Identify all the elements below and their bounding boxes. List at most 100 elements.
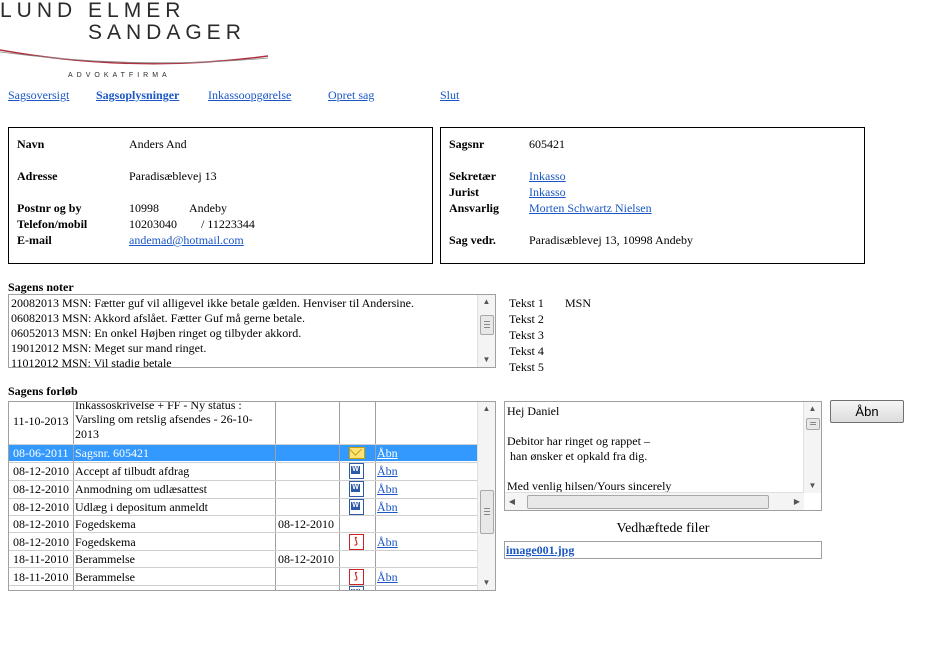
message-hscroll[interactable]: ◀ ▶ [505, 492, 804, 510]
table-row[interactable]: 18-11-2010 Berammelse ⟆ Åbn [9, 568, 477, 586]
nav-opret-sag[interactable]: Opret sag [328, 88, 374, 103]
row-description: Varsling om retslig afsendes - 26-10- [75, 412, 253, 426]
scroll-up-icon[interactable]: ▲ [478, 402, 495, 416]
message-vscroll[interactable]: ▲ ▼ [803, 402, 821, 493]
row-date: 18-11-2010 [13, 552, 69, 566]
responsible-link[interactable]: Morten Schwartz Nielsen [529, 201, 652, 216]
table-row-selected[interactable]: 08-06-2011 Sagsnr. 605421 Åbn [9, 445, 477, 461]
tekst-4-label: Tekst 4 [509, 344, 544, 358]
tekst-2-label: Tekst 2 [509, 312, 544, 326]
note-line: 19012012 MSN: Meget sur mand ringet. [11, 341, 207, 355]
lawyer-label: Jurist [449, 185, 479, 199]
row-date: 08-12-2010 [13, 464, 69, 478]
table-row[interactable]: Inkassoskrivelse + FF - Ny status : [9, 402, 477, 412]
debtor-name: Anders And [129, 137, 187, 151]
debtor-postal-code: 10998 [129, 201, 159, 215]
row-date2: 08-12-2010 [278, 517, 334, 531]
history-scrollbar[interactable]: ▲ ▼ [477, 402, 495, 590]
debtor-address: Paradisæblevej 13 [129, 169, 217, 183]
message-preview[interactable]: Hej Daniel Debitor har ringet og rappet … [504, 401, 822, 511]
table-row[interactable]: 08-12-2010 Fogedskema ⟆ Åbn [9, 533, 477, 551]
responsible-label: Ansvarlig [449, 201, 500, 215]
mail-icon [349, 447, 365, 459]
open-button[interactable]: Åbn [830, 400, 904, 423]
scroll-left-icon[interactable]: ◀ [505, 493, 519, 510]
row-description: Accept af tilbudt afdrag [75, 464, 190, 478]
scroll-down-icon[interactable]: ▼ [478, 353, 495, 367]
row-description: Berammelse [75, 570, 135, 584]
open-link[interactable]: Åbn [377, 446, 398, 461]
scroll-down-icon[interactable]: ▼ [478, 576, 495, 590]
word-doc-icon: W [349, 586, 364, 590]
nav-sagsoplysninger[interactable]: Sagsoplysninger [96, 88, 179, 103]
case-info-box: Sagsnr 605421 Sekretær Inkasso Jurist In… [440, 127, 865, 264]
attachment-link[interactable]: image001.jpg [506, 543, 574, 558]
attachments-list: image001.jpg [504, 541, 822, 559]
note-line: 20082013 MSN: Fætter guf vil alligevel i… [11, 296, 414, 310]
note-line: 06082013 MSN: Akkord afslået. Fætter Guf… [11, 311, 305, 325]
scroll-thumb[interactable] [480, 490, 494, 534]
nav-slut[interactable]: Slut [440, 88, 459, 103]
logo-subtitle: ADVOKATFIRMA [68, 72, 171, 79]
table-row[interactable]: W [9, 586, 477, 590]
row-date: 18-11-2010 [13, 570, 69, 584]
table-row[interactable]: 08-12-2010 Udlæg i depositum anmeldt W Å… [9, 499, 477, 515]
notes-title: Sagens noter [8, 280, 74, 294]
scroll-thumb[interactable] [480, 315, 494, 335]
name-label: Navn [17, 137, 45, 151]
forlob-title: Sagens forløb [8, 384, 78, 398]
table-row[interactable]: 08-12-2010 Anmodning om udlæsattest W Åb… [9, 481, 477, 497]
scroll-thumb[interactable] [806, 418, 820, 430]
scroll-thumb[interactable] [527, 495, 769, 509]
tekst-3-label: Tekst 3 [509, 328, 544, 342]
tekst-1-value: MSN [565, 296, 592, 310]
lawyer-link[interactable]: Inkasso [529, 185, 566, 200]
message-text: Hej Daniel Debitor har ringet og rappet … [507, 404, 672, 493]
logo-line-1: LUND ELMER [0, 0, 186, 22]
word-doc-icon: W [349, 499, 364, 515]
table-row[interactable]: 08-12-2010 Fogedskema 08-12-2010 [9, 516, 477, 532]
postal-label: Postnr og by [17, 201, 82, 215]
case-regarding: Paradisæblevej 13, 10998 Andeby [529, 233, 693, 247]
row-description: 2013 [75, 427, 99, 441]
row-date: 08-12-2010 [13, 517, 69, 531]
open-link[interactable]: Åbn [377, 464, 398, 479]
case-number: 605421 [529, 137, 565, 151]
scroll-down-icon[interactable]: ▼ [804, 479, 821, 493]
open-link[interactable]: Åbn [377, 482, 398, 497]
word-doc-icon: W [349, 463, 364, 479]
scroll-up-icon[interactable]: ▲ [478, 295, 495, 309]
secretary-link[interactable]: Inkasso [529, 169, 566, 184]
tekst-5-label: Tekst 5 [509, 360, 544, 374]
table-row[interactable]: 18-11-2010 Berammelse 08-12-2010 [9, 551, 477, 567]
scroll-up-icon[interactable]: ▲ [804, 402, 821, 416]
debtor-city: Andeby [189, 201, 227, 215]
row-date: 08-06-2011 [13, 446, 69, 460]
nav-sagsoversigt[interactable]: Sagsoversigt [8, 88, 69, 103]
row-date: 08-12-2010 [13, 500, 69, 514]
attachments-title: Vedhæftede filer [616, 521, 710, 536]
row-description: Fogedskema [75, 517, 136, 531]
open-link[interactable]: Åbn [377, 570, 398, 585]
phone-label: Telefon/mobil [17, 217, 88, 231]
case-number-label: Sagsnr [449, 137, 485, 151]
notes-scrollbar[interactable]: ▲ ▼ [477, 295, 495, 367]
row-description: Fogedskema [75, 535, 136, 549]
word-doc-icon: W [349, 481, 364, 497]
open-link[interactable]: Åbn [377, 535, 398, 550]
address-label: Adresse [17, 169, 58, 183]
row-description: Sagsnr. 605421 [75, 446, 150, 460]
table-row[interactable]: 2013 [9, 427, 477, 443]
table-row[interactable]: 11-10-2013 Varsling om retslig afsendes … [9, 412, 477, 428]
notes-textarea[interactable]: 20082013 MSN: Fætter guf vil alligevel i… [8, 294, 496, 368]
debtor-email-link[interactable]: andemad@hotmail.com [129, 233, 244, 248]
note-line: 11012012 MSN: Vil stadig betale [11, 356, 172, 368]
scroll-right-icon[interactable]: ▶ [790, 493, 804, 510]
table-row[interactable]: 08-12-2010 Accept af tilbudt afdrag W Åb… [9, 463, 477, 479]
open-link[interactable]: Åbn [377, 500, 398, 515]
tekst-1-label: Tekst 1 [509, 296, 544, 310]
debtor-phone: 10203040 [129, 217, 177, 231]
row-date2: 08-12-2010 [278, 552, 334, 566]
nav-inkassoopgorelse[interactable]: Inkassoopgørelse [208, 88, 291, 103]
case-history-list[interactable]: Inkassoskrivelse + FF - Ny status : 11-1… [8, 401, 496, 591]
